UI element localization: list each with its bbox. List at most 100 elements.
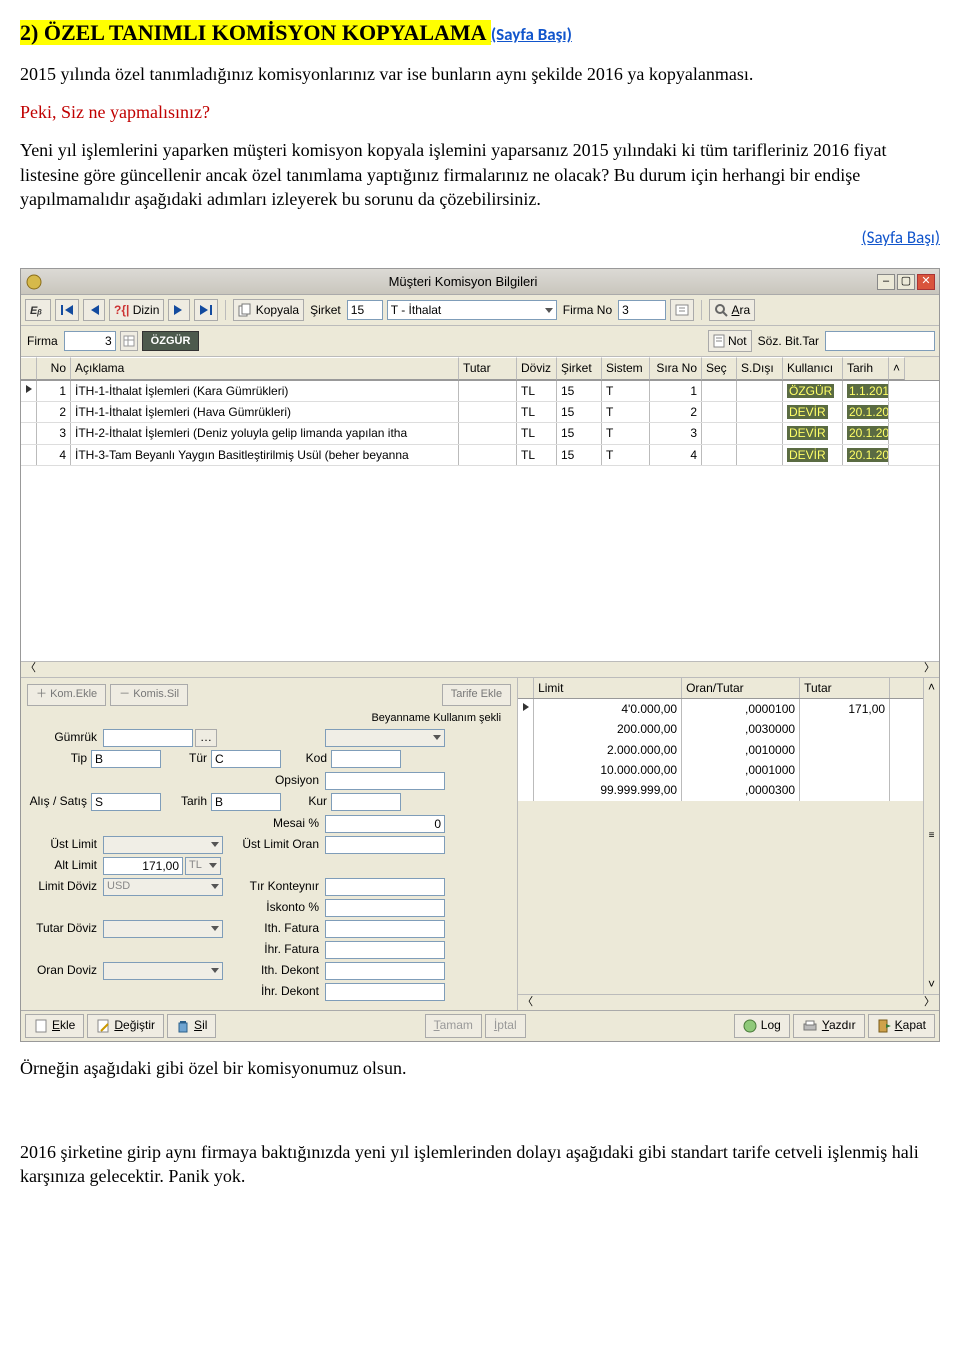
limit-header: Limit Oran/Tutar Tutar — [518, 678, 923, 699]
firma-id-input[interactable] — [64, 331, 116, 351]
close-button[interactable]: ✕ — [917, 274, 935, 290]
toolbar-divider-2 — [701, 300, 702, 320]
tip-input[interactable] — [91, 750, 161, 768]
minimize-button[interactable]: ‒ — [877, 274, 895, 290]
sirket-type-select[interactable]: T - İthalat — [387, 300, 557, 320]
vscroll-up[interactable]: ˄ — [889, 357, 905, 379]
ithfatura-input[interactable] — [325, 920, 445, 938]
nav-next-button[interactable] — [168, 299, 190, 321]
table-row[interactable]: 3 İTH-2-İthalat İşlemleri (Deniz yoluyla… — [21, 423, 939, 444]
tarife-ekle-button[interactable]: Tarife Ekle — [442, 684, 511, 706]
table-row[interactable]: 1 İTH-1-İthalat İşlemleri (Kara Gümrükle… — [21, 381, 939, 402]
limit-vscrollbar[interactable]: ˄ ≡ ˅ — [923, 678, 939, 994]
firma-no-input[interactable] — [618, 300, 666, 320]
kur-label: Kur — [285, 794, 327, 808]
gumruk-input[interactable] — [103, 729, 193, 747]
maximize-button[interactable]: ▢ — [897, 274, 915, 290]
col-no[interactable]: No — [37, 357, 71, 379]
col-oran[interactable]: Oran/Tutar — [682, 678, 800, 698]
col-tutar[interactable]: Tutar — [459, 357, 517, 379]
tirkont-input[interactable] — [325, 878, 445, 896]
col-sec[interactable]: Seç — [702, 357, 737, 379]
nav-prev-button[interactable] — [83, 299, 105, 321]
col-tutar2[interactable]: Tutar — [800, 678, 890, 698]
limit-body[interactable]: 4'0.000,00 ,0000100 171,00 200.000,00 ,0… — [518, 699, 923, 801]
kapat-button[interactable]: Kapat — [868, 1014, 935, 1038]
ithdekont-input[interactable] — [325, 962, 445, 980]
not-button[interactable]: Not — [708, 330, 752, 352]
degistir-button[interactable]: Değiştir — [87, 1014, 164, 1038]
nav-first-button[interactable] — [55, 299, 79, 321]
tamam-button[interactable]: Tamam — [425, 1014, 482, 1038]
col-tarih[interactable]: Tarih — [843, 357, 889, 379]
firma-pick-button[interactable] — [120, 331, 138, 351]
limit-row[interactable]: 99.999.999,00 ,0000300 — [518, 780, 923, 800]
iskonto-input[interactable] — [325, 899, 445, 917]
tutardoviz-select[interactable] — [103, 920, 223, 938]
opsiyon-input[interactable] — [325, 772, 445, 790]
grid-body[interactable]: 1 İTH-1-İthalat İşlemleri (Kara Gümrükle… — [21, 381, 939, 661]
ekle-button[interactable]: Ekle — [25, 1014, 84, 1038]
ustlimit-select[interactable] — [103, 836, 223, 854]
table-row[interactable]: 2 İTH-1-İthalat İşlemleri (Hava Gümrükle… — [21, 402, 939, 423]
cell-kullanici: ÖZGÜR — [783, 381, 843, 401]
beyan-select[interactable] — [325, 729, 445, 747]
logo-button[interactable]: Eᵦ — [25, 299, 51, 321]
not-label: Not — [728, 334, 747, 348]
section-heading: 2) ÖZEL TANIMLI KOMİSYON KOPYALAMA (Sayf… — [20, 18, 940, 48]
firma-lookup-button[interactable] — [670, 299, 694, 321]
ustlimit-oran-input[interactable] — [325, 836, 445, 854]
new-icon — [34, 1018, 48, 1034]
altlimit-input[interactable] — [103, 857, 183, 875]
sozbit-input[interactable] — [825, 331, 935, 351]
lookup-icon — [675, 303, 689, 317]
col-sdisi[interactable]: S.Dışı — [737, 357, 783, 379]
yazdir-button[interactable]: Yazdır — [793, 1014, 865, 1038]
grid-scrollbar[interactable]: 〈〉 — [21, 661, 939, 677]
ihrfatura-input[interactable] — [325, 941, 445, 959]
alis-input[interactable] — [91, 793, 161, 811]
cell-sistem: T — [602, 381, 650, 401]
altlimit-cur-select[interactable]: TL — [185, 857, 221, 875]
log-button[interactable]: Log — [734, 1014, 790, 1038]
mesai-input[interactable] — [325, 815, 445, 833]
nav-last-button[interactable] — [194, 299, 218, 321]
col-doviz[interactable]: Döviz — [517, 357, 557, 379]
col-sirano[interactable]: Sıra No — [650, 357, 702, 379]
komis-sil-button[interactable]: － Komis.Sil — [110, 684, 188, 706]
limit-hscrollbar[interactable]: 〈〉 — [518, 994, 939, 1010]
dizin-label: Dizin — [133, 303, 160, 317]
col-kullanici[interactable]: Kullanıcı — [783, 357, 843, 379]
col-sistem[interactable]: Sistem — [602, 357, 650, 379]
col-limit[interactable]: Limit — [534, 678, 682, 698]
top-link-right[interactable]: (Sayfa Başı) — [861, 227, 940, 248]
app-icon — [25, 273, 43, 291]
heading-top-link[interactable]: (Sayfa Başı) — [491, 24, 572, 45]
gumruk-lookup-button[interactable]: … — [195, 729, 217, 747]
limit-row[interactable]: 4'0.000,00 ,0000100 171,00 — [518, 699, 923, 719]
tip-label: Tip — [27, 751, 87, 765]
limitdoviz-select[interactable]: USD — [103, 878, 223, 896]
sil-button[interactable]: Sil — [167, 1014, 216, 1038]
limit-row[interactable]: 200.000,00 ,0030000 — [518, 719, 923, 739]
orandoviz-select[interactable] — [103, 962, 223, 980]
kom-ekle-button[interactable]: ＋ Kom.Ekle — [27, 684, 106, 706]
ihrdekont-input[interactable] — [325, 983, 445, 1001]
row-indicator — [21, 445, 37, 465]
iptal-button[interactable]: İptal — [485, 1014, 526, 1038]
tutardoviz-label: Tutar Döviz — [27, 921, 97, 935]
kod-input[interactable] — [331, 750, 401, 768]
tur-input[interactable] — [211, 750, 281, 768]
kur-input[interactable] — [331, 793, 401, 811]
sirket-input[interactable] — [347, 300, 383, 320]
limit-row[interactable]: 10.000.000,00 ,0001000 — [518, 760, 923, 780]
tarih-input[interactable] — [211, 793, 281, 811]
ara-button[interactable]: Ara — [709, 299, 755, 321]
col-aciklama[interactable]: Açıklama — [71, 357, 459, 379]
limit-row[interactable]: 2.000.000,00 ,0010000 — [518, 740, 923, 760]
col-sirket[interactable]: Şirket — [557, 357, 602, 379]
dizin-button[interactable]: ?{| Dizin — [109, 299, 164, 321]
table-row[interactable]: 4 İTH-3-Tam Beyanlı Yaygın Basitleştiril… — [21, 445, 939, 466]
intro-paragraph-1: 2015 yılında özel tanımladığınız komisyo… — [20, 62, 940, 86]
kopyala-button[interactable]: Kopyala — [233, 299, 304, 321]
